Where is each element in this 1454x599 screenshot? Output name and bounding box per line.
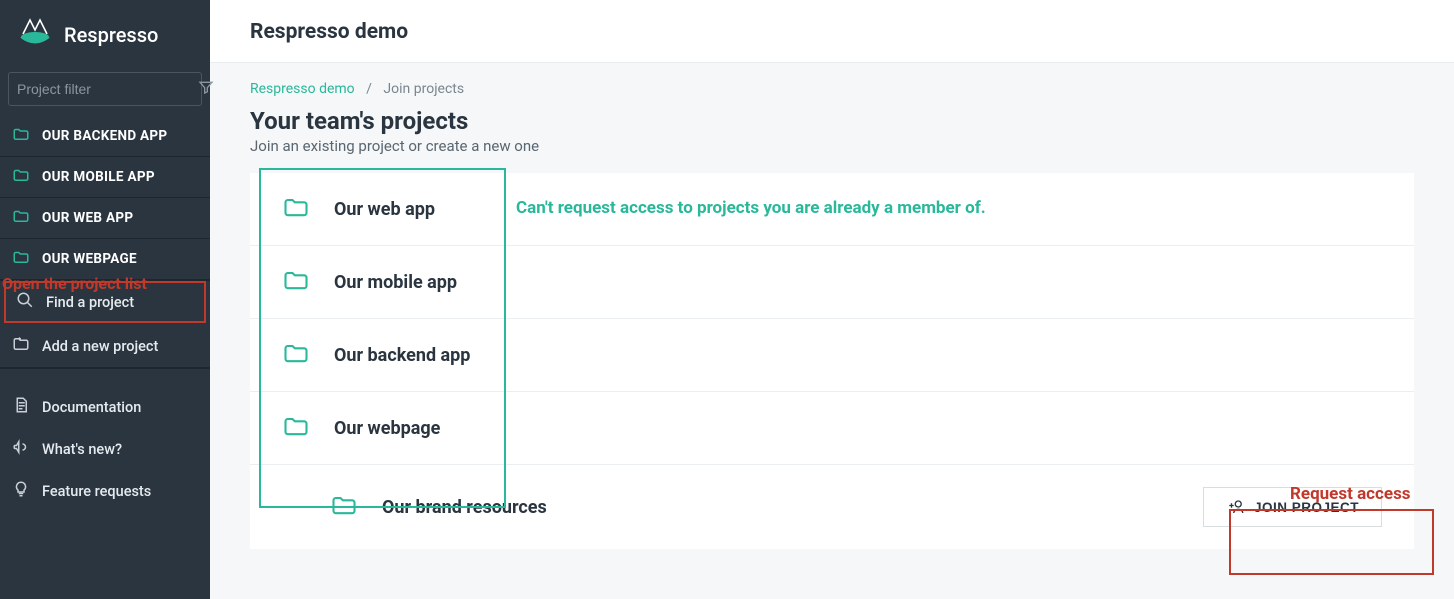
page-title: Your team's projects [250,107,1414,135]
folder-icon [12,167,30,187]
search-icon [16,291,34,313]
folder-icon [282,268,310,296]
find-project-link[interactable]: Find a project [6,283,204,321]
sidebar-project-label: OUR WEBPAGE [42,251,137,267]
topbar: Respresso demo [210,0,1454,63]
folder-icon [282,414,310,442]
project-row[interactable]: Our webpage [250,392,1414,465]
page-subtitle: Join an existing project or create a new… [250,137,1414,155]
join-project-label: JOIN PROJECT [1254,500,1359,515]
sidebar-project-label: OUR MOBILE APP [42,169,155,185]
folder-icon [282,341,310,369]
sidebar-project-item[interactable]: OUR WEB APP [0,198,210,239]
breadcrumb-team[interactable]: Respresso demo [250,81,355,97]
find-project-label: Find a project [46,294,134,311]
project-name: Our mobile app [334,272,1382,293]
sidebar-project-list: OUR BACKEND APP OUR MOBILE APP OUR WEB APP… [0,116,210,280]
breadcrumb-page: Join projects [383,81,464,97]
documentation-label: Documentation [42,399,141,416]
sidebar-project-item[interactable]: OUR BACKEND APP [0,116,210,157]
brand-row: Respresso [0,0,210,72]
add-project-link[interactable]: Add a new project [0,325,210,368]
whats-new-label: What's new? [42,441,122,458]
folder-icon [12,208,30,228]
project-row[interactable]: Our brand resources JOIN PROJECT [250,465,1414,549]
project-name: Our web app [334,199,1382,220]
add-folder-icon [12,335,30,357]
project-name: Our webpage [334,418,1382,439]
sidebar-project-label: OUR BACKEND APP [42,128,167,144]
project-filter-row[interactable] [8,72,202,106]
project-list: Our web app Our mobile app Our backend app… [250,173,1414,549]
project-row[interactable]: Our mobile app [250,246,1414,319]
main: Respresso demo Respresso demo / Join pro… [210,0,1454,599]
respresso-logo-icon [18,16,52,54]
content: Respresso demo / Join projects Your team… [210,63,1454,589]
lightbulb-icon [12,480,30,502]
sidebar: Respresso OUR BACKEND APPOUR MOBILE APPO… [0,0,210,599]
sidebar-project-item[interactable]: OUR MOBILE APP [0,157,210,198]
megaphone-icon [12,438,30,460]
brand-name: Respresso [64,23,158,47]
folder-icon [12,249,30,269]
breadcrumb-sep: / [366,81,372,97]
documentation-link[interactable]: Documentation [0,386,210,428]
project-row[interactable]: Our web app [250,173,1414,246]
add-user-icon [1226,498,1246,516]
project-name: Our brand resources [382,497,1179,518]
add-project-label: Add a new project [42,338,158,355]
project-row[interactable]: Our backend app [250,319,1414,392]
sidebar-project-item[interactable]: OUR WEBPAGE [0,239,210,280]
folder-icon [330,493,358,521]
team-title: Respresso demo [250,20,1414,44]
find-project-highlight: Find a project [4,281,206,323]
project-name: Our backend app [334,345,1382,366]
join-project-button[interactable]: JOIN PROJECT [1203,487,1382,527]
feature-requests-label: Feature requests [42,483,151,500]
document-icon [12,396,30,418]
breadcrumb: Respresso demo / Join projects [250,81,1414,97]
folder-icon [12,126,30,146]
project-filter-input[interactable] [17,81,198,97]
feature-requests-link[interactable]: Feature requests [0,470,210,512]
whats-new-link[interactable]: What's new? [0,428,210,470]
sidebar-project-label: OUR WEB APP [42,210,133,226]
folder-icon [282,195,310,223]
